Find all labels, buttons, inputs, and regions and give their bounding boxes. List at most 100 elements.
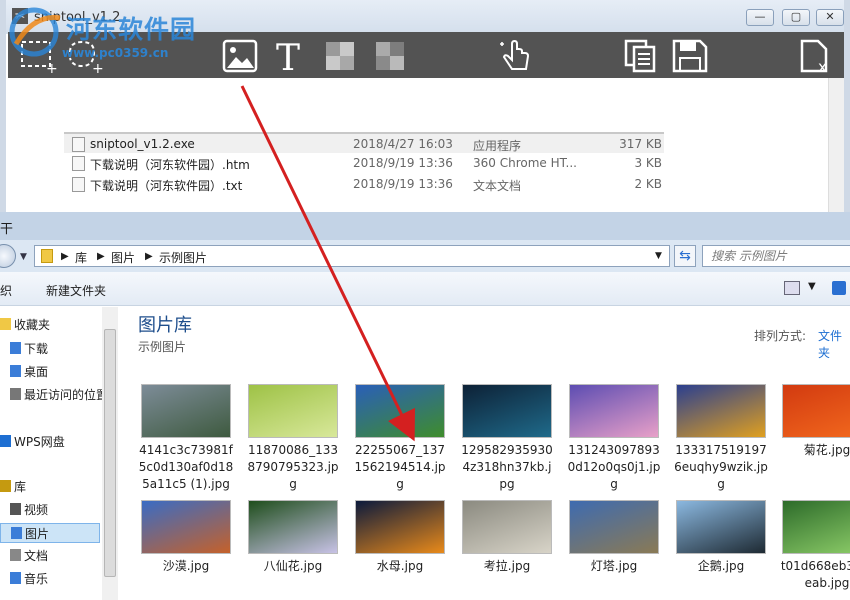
breadcrumb-sample-pictures[interactable]: 示例图片 [159, 249, 207, 266]
image-file-name: 11870086_1338790795323.jpg [247, 443, 339, 491]
text-tool-button[interactable]: T [272, 38, 312, 74]
nav-item[interactable]: 桌面 [0, 362, 100, 382]
image-thumbnail-item[interactable]: 企鹅.jpg [673, 500, 769, 575]
image-preview [462, 500, 552, 554]
blur-tool-button[interactable] [370, 38, 410, 74]
file-row[interactable]: 下载说明（河东软件园）.txt 2018/9/19 13:36 文本文档 2 KB [64, 174, 664, 195]
nav-item[interactable]: 音乐 [0, 569, 100, 589]
image-file-name: 沙漠.jpg [162, 559, 210, 573]
navigation-scrollbar[interactable] [102, 307, 118, 600]
image-file-name: 考拉.jpg [483, 559, 531, 573]
search-input[interactable]: 搜索 示例图片 [702, 245, 850, 267]
arrange-by-label: 排列方式: [754, 329, 807, 343]
file-size: 317 KB [619, 137, 662, 151]
file-date: 2018/4/27 16:03 [353, 137, 453, 151]
mosaic-tool-button[interactable] [320, 38, 360, 74]
minimize-button[interactable]: — [746, 9, 774, 26]
arrange-by-dropdown[interactable]: 文件夹 [818, 327, 850, 361]
image-thumbnail-item[interactable]: 灯塔.jpg [566, 500, 662, 575]
close-file-icon: x [800, 39, 828, 74]
change-view-icon[interactable] [784, 281, 800, 295]
image-preview [248, 384, 338, 438]
mosaic-icon [326, 42, 354, 70]
image-preview [676, 500, 766, 554]
sniptool-scrollbar[interactable] [828, 78, 844, 212]
star-icon [0, 318, 11, 330]
image-thumbnail-item[interactable]: 4141c3c73981f5c0d130af0d185a11c5 (1).jpg [138, 384, 234, 493]
organize-button[interactable]: 织 [0, 282, 12, 299]
save-icon [672, 39, 708, 73]
view-options-dropdown-icon[interactable]: ▼ [808, 281, 816, 292]
file-row[interactable]: sniptool_v1.2.exe 2018/4/27 16:03 应用程序 317 … [64, 132, 664, 153]
image-thumbnail-item[interactable]: 菊花.jpg [779, 384, 850, 459]
image-preview [569, 384, 659, 438]
image-preview [782, 500, 850, 554]
address-box[interactable]: ▶ 库 ▶ 图片 ▶ 示例图片 ▼ [34, 245, 670, 267]
nav-item-label: WPS网盘 [14, 435, 65, 449]
image-thumbnail-item[interactable]: 水母.jpg [352, 500, 448, 575]
watermark-url: www.pc0359.cn [62, 46, 169, 60]
save-button[interactable] [670, 38, 710, 74]
address-dropdown-icon[interactable]: ▼ [655, 251, 662, 261]
nav-item-label: 文档 [24, 549, 49, 563]
image-thumbnail-item[interactable]: 八仙花.jpg [245, 500, 341, 575]
image-file-name: 八仙花.jpg [263, 559, 323, 573]
image-preview [569, 500, 659, 554]
svg-text:+: + [92, 61, 104, 74]
image-thumbnail-item[interactable]: 11870086_1338790795323.jpg [245, 384, 341, 493]
image-thumbnail-item[interactable]: 考拉.jpg [459, 500, 555, 575]
history-dropdown-icon[interactable]: ▼ [20, 252, 27, 262]
navigation-pane: 收藏夹下载桌面最近访问的位置 WPS网盘库视频图片文档音乐 [0, 307, 118, 600]
text-icon: T [276, 38, 300, 74]
file-name: 下载说明（河东软件园）.htm [90, 158, 250, 172]
exit-button[interactable]: x [794, 38, 834, 74]
breadcrumb-pictures[interactable]: 图片 [111, 249, 135, 266]
blur-icon [376, 42, 404, 70]
file-type: 文本文档 [473, 179, 522, 193]
svg-text:T: T [276, 38, 300, 74]
file-type: 360 Chrome HT... [473, 156, 577, 170]
nav-item[interactable]: 文档 [0, 546, 100, 566]
image-thumbnail-item[interactable]: 1312430978930d12o0qs0j1.jpg [566, 384, 662, 493]
breadcrumb-library[interactable]: 库 [75, 249, 87, 266]
back-button[interactable] [0, 244, 16, 268]
preview-pane-icon[interactable] [832, 281, 846, 295]
breadcrumb-separator-icon: ▶ [97, 251, 105, 262]
nav-item[interactable]: 下载 [0, 339, 100, 359]
close-window-button[interactable]: ✕ [816, 9, 844, 26]
insert-image-button[interactable] [220, 38, 260, 74]
nav-item[interactable]: 收藏夹 [0, 315, 100, 335]
image-file-name: t01d668eb3ef1eab.jpg [780, 559, 850, 590]
move-tool-button[interactable] [496, 38, 536, 74]
maximize-button[interactable]: ▢ [782, 9, 810, 26]
image-thumbnail-item[interactable]: t01d668eb3ef1eab.jpg [779, 500, 850, 592]
image-file-name: 4141c3c73981f5c0d130af0d185a11c5 (1).jpg [138, 443, 234, 491]
copy-icon [624, 39, 656, 73]
file-row[interactable]: 下载说明（河东软件园）.htm 2018/9/19 13:36 360 Chrome… [64, 153, 664, 174]
breadcrumb-separator-icon: ▶ [145, 251, 153, 262]
image-file-name: 1312430978930d12o0qs0j1.jpg [567, 443, 661, 491]
copy-button[interactable] [620, 38, 660, 74]
nav-item[interactable]: 最近访问的位置 [0, 385, 108, 405]
image-thumbnail-item[interactable]: 22255067_1371562194514.jpg [352, 384, 448, 493]
nav-item[interactable]: 图片 [0, 523, 100, 543]
explorer-titlebar: 干 [0, 212, 850, 240]
file-size: 3 KB [634, 156, 662, 170]
nav-item[interactable]: WPS网盘 [0, 432, 100, 452]
image-thumbnail-item[interactable]: 1295829359304z318hn37kb.jpg [459, 384, 555, 493]
image-thumbnail-item[interactable]: 1333175191976euqhy9wzik.jpg [673, 384, 769, 493]
desktop-icon [10, 365, 21, 377]
file-name: 下载说明（河东软件园）.txt [90, 179, 243, 193]
nav-item-label: 图片 [25, 527, 50, 541]
new-folder-button[interactable]: 新建文件夹 [46, 282, 106, 299]
address-bar-row: ▼ ▶ 库 ▶ 图片 ▶ 示例图片 ▼ ⇆ 搜索 示例图片 [0, 240, 850, 272]
nav-item[interactable]: 视频 [0, 500, 100, 520]
image-file-name: 1333175191976euqhy9wzik.jpg [674, 443, 768, 491]
image-file-name: 22255067_1371562194514.jpg [354, 443, 446, 491]
nav-item[interactable]: 库 [0, 477, 100, 497]
scrollbar-thumb[interactable] [104, 329, 116, 577]
file-icon [72, 177, 85, 192]
image-thumbnail-item[interactable]: 沙漠.jpg [138, 500, 234, 575]
cloud-icon [0, 435, 11, 447]
refresh-button[interactable]: ⇆ [674, 245, 696, 267]
